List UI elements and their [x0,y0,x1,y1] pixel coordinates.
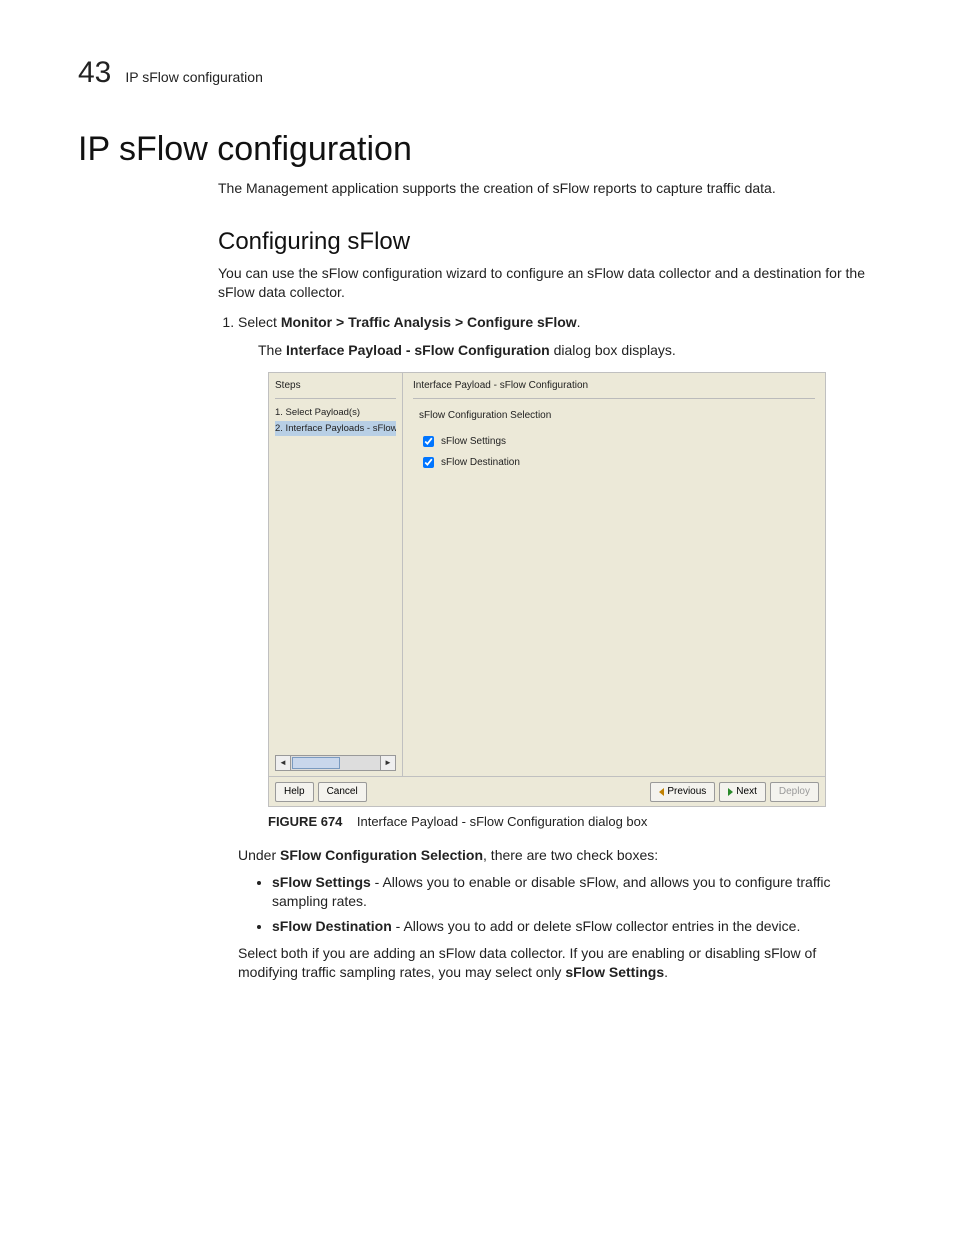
para3-a: Select both if you are adding an sFlow d… [238,945,816,980]
checkbox-row-sflow-settings[interactable]: sFlow Settings [419,433,815,450]
cancel-button[interactable]: Cancel [318,782,367,802]
section-heading: Configuring sFlow [218,228,876,256]
dialog-button-bar: Help Cancel Previous Next [269,776,825,806]
intro-paragraph: The Management application supports the … [218,179,876,198]
checkbox-sflow-settings[interactable] [423,436,434,447]
step-1: Select Monitor > Traffic Analysis > Conf… [238,312,876,982]
next-button-label: Next [736,786,757,797]
figure-caption: FIGURE 674 Interface Payload - sFlow Con… [268,813,876,832]
dialog-content-separator [413,398,815,399]
help-button[interactable]: Help [275,782,314,802]
scroll-thumb[interactable] [292,757,340,769]
bullet-list: sFlow Settings - Allows you to enable or… [238,873,876,936]
para-select-both: Select both if you are adding an sFlow d… [238,944,876,982]
scroll-right-arrow-icon[interactable]: ► [380,756,395,770]
scroll-left-arrow-icon[interactable]: ◄ [276,756,291,770]
bullet-2-bold: sFlow Destination [272,918,392,934]
para2-c: , there are two check boxes: [483,847,658,863]
figure-label: FIGURE 674 [268,814,342,829]
dialog-content-title: Interface Payload - sFlow Configuration [413,379,815,394]
step1-result-c: dialog box displays. [550,342,676,358]
dialog-content-panel: Interface Payload - sFlow Configuration … [403,373,825,777]
body: The Management application supports the … [218,179,876,981]
page: 43 IP sFlow configuration IP sFlow confi… [0,0,954,1235]
figure-caption-text: Interface Payload - sFlow Configuration … [357,814,648,829]
bullet-2-text: - Allows you to add or delete sFlow coll… [392,918,801,934]
para-under-sflow-selection: Under SFlow Configuration Selection, the… [238,846,876,865]
chapter-number: 43 [78,56,111,90]
para2-b: SFlow Configuration Selection [280,847,483,863]
step1-menu-path: Monitor > Traffic Analysis > Configure s… [281,314,577,330]
step1-result-a: The [258,342,286,358]
dialog-subtitle: sFlow Configuration Selection [419,409,815,424]
previous-arrow-icon [659,788,664,796]
step1-result: The Interface Payload - sFlow Configurat… [258,340,876,360]
dialog-steps-panel: Steps 1. Select Payload(s) 2. Interface … [269,373,403,777]
bullet-sflow-settings: sFlow Settings - Allows you to enable or… [272,873,876,911]
para2-a: Under [238,847,280,863]
next-arrow-icon [728,788,733,796]
deploy-button[interactable]: Deploy [770,782,819,802]
step1-prefix: Select [238,314,281,330]
bullet-sflow-destination: sFlow Destination - Allows you to add or… [272,917,876,936]
dialog-steps-separator [275,398,396,399]
next-button[interactable]: Next [719,782,766,802]
checkbox-row-sflow-destination[interactable]: sFlow Destination [419,454,815,471]
step1-suffix: . [577,314,581,330]
scroll-track[interactable] [341,756,380,770]
step1-result-b: Interface Payload - sFlow Configuration [286,342,550,358]
para3-b: sFlow Settings [565,964,664,980]
running-header: 43 IP sFlow configuration [78,56,876,90]
para3-c: . [664,964,668,980]
dialog-step-item-1[interactable]: 1. Select Payload(s) [275,405,396,421]
dialog-main: Steps 1. Select Payload(s) 2. Interface … [269,373,825,777]
dialog-screenshot: Steps 1. Select Payload(s) 2. Interface … [268,372,826,807]
bullet-1-bold: sFlow Settings [272,874,371,890]
page-title: IP sFlow configuration [78,130,876,169]
dialog-steps-label: Steps [275,379,396,394]
chapter-text: IP sFlow configuration [125,69,262,85]
section-intro: You can use the sFlow configuration wiza… [218,264,876,302]
dialog-steps-scrollbar[interactable]: ◄ ► [275,755,396,771]
step-list: Select Monitor > Traffic Analysis > Conf… [218,312,876,982]
checkbox-label-sflow-destination: sFlow Destination [441,456,520,471]
previous-button-label: Previous [667,786,706,797]
checkbox-label-sflow-settings: sFlow Settings [441,435,506,450]
previous-button[interactable]: Previous [650,782,715,802]
dialog-step-item-2[interactable]: 2. Interface Payloads - sFlow Configu [275,421,396,437]
checkbox-sflow-destination[interactable] [423,457,434,468]
